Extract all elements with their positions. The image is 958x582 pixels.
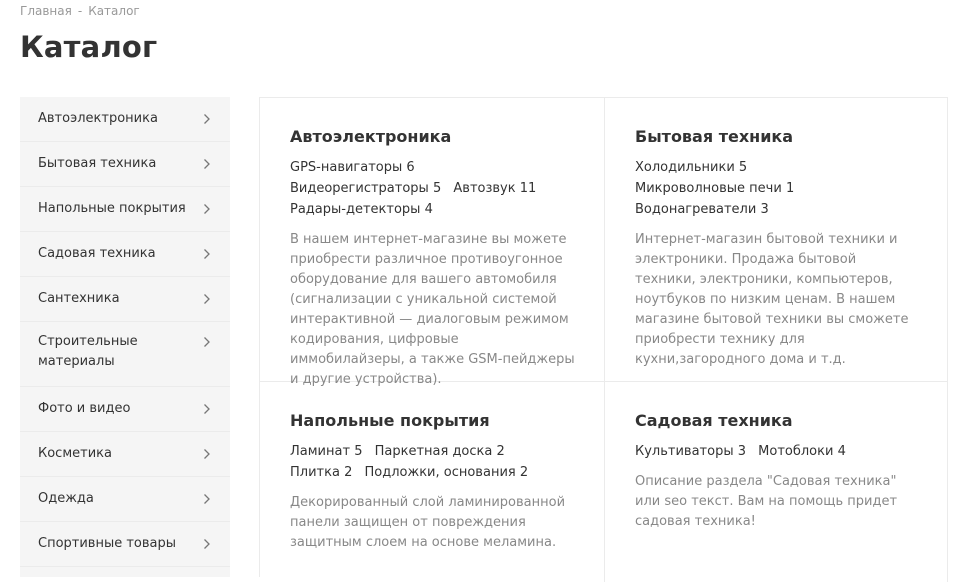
subcategory-name: Холодильники	[635, 160, 735, 175]
subcategory-name: Автозвук	[453, 181, 516, 196]
subcategory-link[interactable]: Подложки, основания 2	[365, 465, 529, 480]
subcategory-count: 4	[837, 444, 846, 459]
subcategory-count: 3	[760, 202, 769, 217]
category-card-title[interactable]: Садовая техника	[635, 411, 919, 431]
sidebar-item-plumbing[interactable]: Сантехника	[20, 277, 230, 322]
subcategory-count: 3	[737, 444, 747, 459]
subcategory-link[interactable]: Водонагреватели 3	[635, 202, 769, 217]
subcategory-link[interactable]: Микроволновые печи 1	[635, 181, 794, 196]
chevron-right-icon	[201, 493, 213, 505]
catalog-sidebar: Автоэлектроника Бытовая техника Напольны…	[20, 97, 230, 577]
subcategory-name: Водонагреватели	[635, 202, 757, 217]
chevron-right-icon	[201, 113, 213, 125]
subcategory-link[interactable]: Ламинат 5	[290, 444, 362, 459]
subcategory-link[interactable]: GPS-навигаторы 6	[290, 160, 415, 175]
chevron-right-icon	[201, 448, 213, 460]
category-card: Бытовая техника Холодильники 5 Микроволн…	[605, 98, 948, 382]
subcategory-name: Радары-детекторы	[290, 202, 421, 217]
category-card: Садовая техника Культиваторы 3 Мотоблоки…	[605, 382, 948, 582]
breadcrumb: Главная - Каталог	[20, 4, 140, 18]
category-description: Интернет-магазин бытовой техники и элект…	[635, 232, 909, 367]
breadcrumb-home-link[interactable]: Главная	[20, 4, 72, 18]
subcategory-name: Мотоблоки	[758, 444, 834, 459]
sidebar-item-label: Строительные материалы	[38, 334, 138, 369]
subcategory-count: 1	[785, 181, 795, 196]
subcategory-count: 5	[738, 160, 748, 175]
sidebar-item-flooring[interactable]: Напольные покрытия	[20, 187, 230, 232]
sidebar-item-label: Сантехника	[38, 291, 120, 306]
subcategory-name: Культиваторы	[635, 444, 734, 459]
sidebar-item-label: Напольные покрытия	[38, 201, 186, 216]
breadcrumb-current: Каталог	[88, 4, 140, 18]
subcategory-name: GPS-навигаторы	[290, 160, 403, 175]
subcategory-count: 5	[432, 181, 442, 196]
sidebar-item-label: Спортивные товары	[38, 536, 177, 551]
subcategory-count: 5	[354, 444, 363, 459]
subcategory-link[interactable]: Мотоблоки 4	[758, 444, 846, 459]
category-description: Декорированный слой ламинированной панел…	[290, 495, 566, 550]
sidebar-item-autoelectronics[interactable]: Автоэлектроника	[20, 97, 230, 142]
subcategory-link[interactable]: Паркетная доска 2	[375, 444, 505, 459]
category-card-title[interactable]: Напольные покрытия	[290, 411, 576, 431]
catalog-grid: Автоэлектроника GPS-навигаторы 6 Видеоре…	[259, 97, 948, 582]
subcategory-name: Микроволновые печи	[635, 181, 782, 196]
subcategory-link[interactable]: Холодильники 5	[635, 160, 747, 175]
subcategory-link[interactable]: Радары-детекторы 4	[290, 202, 433, 217]
category-description: Описание раздела "Садовая техника" или s…	[635, 474, 898, 529]
subcategory-count: 2	[344, 465, 353, 480]
subcategory-count: 2	[519, 465, 529, 480]
sidebar-item-label: Фото и видео	[38, 401, 131, 416]
chevron-right-icon	[201, 158, 213, 170]
subcategory-count: 11	[519, 181, 537, 196]
sidebar-item-photo-video[interactable]: Фото и видео	[20, 387, 230, 432]
chevron-right-icon	[201, 538, 213, 550]
subcategory-count: 4	[424, 202, 433, 217]
subcategory-link[interactable]: Плитка 2	[290, 465, 352, 480]
category-card-title[interactable]: Автоэлектроника	[290, 127, 576, 147]
subcategory-name: Плитка	[290, 465, 340, 480]
subcategory-name: Подложки, основания	[364, 465, 516, 480]
sidebar-item-label: Одежда	[38, 491, 94, 506]
sidebar-list: Автоэлектроника Бытовая техника Напольны…	[20, 97, 230, 567]
sidebar-item-garden-equipment[interactable]: Садовая техника	[20, 232, 230, 277]
subcategory-name: Паркетная доска	[374, 444, 493, 459]
subcategory-list: Ламинат 5 Паркетная доска 2 Плитка 2 Под…	[290, 441, 576, 483]
sidebar-item-sports-goods[interactable]: Спортивные товары	[20, 522, 230, 567]
category-card: Напольные покрытия Ламинат 5 Паркетная д…	[260, 382, 605, 582]
subcategory-list: Культиваторы 3 Мотоблоки 4	[635, 441, 919, 462]
subcategory-list: GPS-навигаторы 6 Видеорегистраторы 5 Авт…	[290, 157, 576, 220]
subcategory-link[interactable]: Видеорегистраторы 5	[290, 181, 441, 196]
subcategory-count: 6	[406, 160, 415, 175]
sidebar-item-label: Садовая техника	[38, 246, 156, 261]
chevron-right-icon	[201, 336, 213, 348]
sidebar-item-label: Косметика	[38, 446, 112, 461]
sidebar-item-cosmetics[interactable]: Косметика	[20, 432, 230, 477]
category-card: Автоэлектроника GPS-навигаторы 6 Видеоре…	[260, 98, 605, 387]
category-description: В нашем интернет-магазине вы можете прио…	[290, 232, 575, 387]
subcategory-name: Ламинат	[290, 444, 351, 459]
subcategory-count: 2	[496, 444, 505, 459]
subcategory-link[interactable]: Культиваторы 3	[635, 444, 746, 459]
sidebar-item-label: Бытовая техника	[38, 156, 157, 171]
sidebar-item-appliances[interactable]: Бытовая техника	[20, 142, 230, 187]
sidebar-item-clothing[interactable]: Одежда	[20, 477, 230, 522]
subcategory-name: Видеорегистраторы	[290, 181, 429, 196]
breadcrumb-separator: -	[77, 4, 83, 18]
subcategory-list: Холодильники 5 Микроволновые печи 1 Водо…	[635, 157, 919, 220]
page-title: Каталог	[20, 30, 158, 64]
category-card-title[interactable]: Бытовая техника	[635, 127, 919, 147]
chevron-right-icon	[201, 203, 213, 215]
chevron-right-icon	[201, 293, 213, 305]
subcategory-link[interactable]: Автозвук 11	[453, 181, 536, 196]
sidebar-item-building-materials[interactable]: Строительные материалы	[20, 322, 230, 387]
sidebar-item-label: Автоэлектроника	[38, 111, 158, 126]
chevron-right-icon	[201, 248, 213, 260]
chevron-right-icon	[201, 403, 213, 415]
